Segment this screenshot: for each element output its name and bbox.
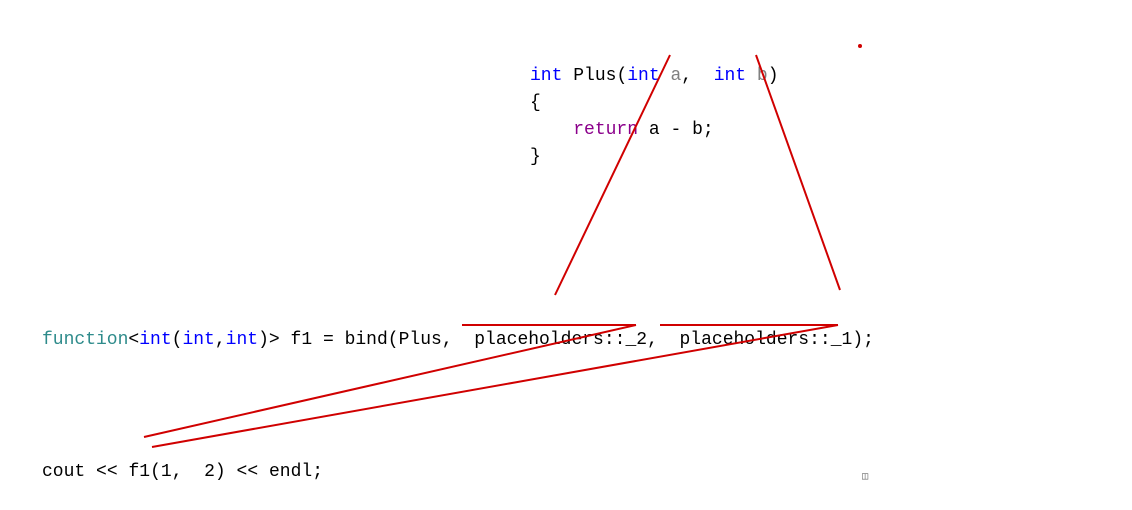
cout-line: cout << f1(1, 2) << endl; [42,432,323,486]
comma: , [442,330,453,350]
keyword-int: int [139,330,171,350]
cout: cout [42,462,85,482]
arg-1: 1 [161,462,172,482]
lparen: ( [616,66,627,86]
minus: - [670,120,681,140]
function-definition: int Plus(int a, int b) { return a - b; } [530,36,779,171]
lparen: ( [172,330,183,350]
rbrace: } [530,147,541,167]
rparen: ) [258,330,269,350]
placeholder-1: placeholders::_1 [679,330,852,350]
comma: , [681,66,692,86]
bind-call: bind [345,330,388,350]
function-name: Plus [573,66,616,86]
expr-a: a [649,120,660,140]
placeholder-2: placeholders::_2 [474,330,647,350]
rparen: ) [215,462,226,482]
param-a: a [670,66,681,86]
keyword-int: int [182,330,214,350]
rparen: ) [768,66,779,86]
keyword-int: int [714,66,746,86]
rparen: ) [852,330,863,350]
param-b: b [757,66,768,86]
comma: , [647,330,658,350]
arg-2: 2 [204,462,215,482]
lt: < [128,330,139,350]
eq: = [323,330,334,350]
keyword-int: int [226,330,258,350]
plus-ref: Plus [399,330,442,350]
f1-call: f1 [128,462,150,482]
lbrace: { [530,93,541,113]
bind-line: function<int(int,int)> f1 = bind(Plus, p… [42,300,874,354]
keyword-return: return [573,120,638,140]
lshift: << [237,462,259,482]
expr-b: b [692,120,703,140]
comma: , [215,330,226,350]
semicolon: ; [312,462,323,482]
keyword-int: int [627,66,659,86]
lparen: ( [150,462,161,482]
keyword-int: int [530,66,562,86]
semicolon: ; [863,330,874,350]
endl: endl [269,462,312,482]
lparen: ( [388,330,399,350]
paragraph-marker-icon: ◫ [862,471,868,483]
var-f1: f1 [291,330,313,350]
gt: > [269,330,280,350]
lshift: << [96,462,118,482]
red-dot-icon [858,44,862,48]
semicolon: ; [703,120,714,140]
comma: , [172,462,183,482]
keyword-function: function [42,330,128,350]
